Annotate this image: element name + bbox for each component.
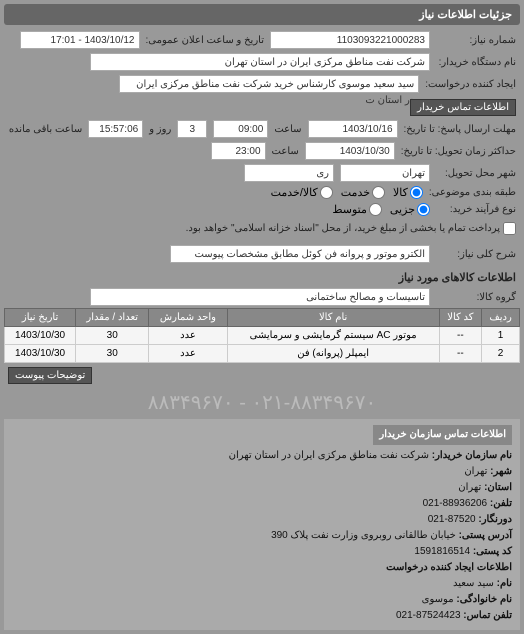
desc-field: الکترو موتور و پروانه فن کوئل مطابق مشخص… bbox=[170, 245, 430, 263]
time-label-1: ساعت bbox=[274, 124, 301, 135]
f8-h: اطلاعات ایجاد کننده درخواست bbox=[386, 562, 512, 573]
goods-section-title: اطلاعات کالاهای مورد نیاز bbox=[4, 265, 520, 286]
f10-l: نام خانوادگی: bbox=[456, 594, 512, 605]
treasury-note: پرداخت تمام یا بخشی از مبلغ خرید، از محل… bbox=[186, 223, 500, 234]
cell-unit: عدد bbox=[149, 345, 227, 363]
col-date: تاریخ نیاز bbox=[5, 309, 76, 327]
f6-v: خیابان طالقانی روبروی وزارت نفت پلاک 390 bbox=[271, 530, 456, 541]
col-name: نام کالا bbox=[227, 309, 439, 327]
col-unit: واحد شمارش bbox=[149, 309, 227, 327]
f3-v: تهران bbox=[458, 482, 481, 493]
buyer-info-header: اطلاعات تماس سازمان خریدار bbox=[373, 425, 512, 445]
process-type-label: نوع فرآیند خرید: bbox=[436, 204, 516, 215]
remaining-label: ساعت باقی مانده bbox=[9, 124, 82, 135]
req-no-field: 1103093221000283 bbox=[270, 31, 430, 49]
f9-l: نام: bbox=[497, 578, 512, 589]
cell-qty: 30 bbox=[76, 327, 149, 345]
radio-khedmat-input[interactable] bbox=[372, 186, 385, 199]
f11-l: تلفن تماس: bbox=[463, 610, 512, 621]
col-code: کد کالا bbox=[439, 309, 482, 327]
watermark-text: ۰۲۱-۸۸۳۴۹۶۷۰ - ۸۸۳۴۹۶۷۰ bbox=[4, 386, 520, 419]
radio-motavaset-input[interactable] bbox=[369, 203, 382, 216]
table-row: 1 -- موتور AC سیستم گرمایشی و سرمایشی عد… bbox=[5, 327, 520, 345]
f5-v: 87520-021 bbox=[428, 514, 476, 525]
announce-field: 1403/10/12 - 17:01 bbox=[20, 31, 140, 49]
cell-row: 1 bbox=[482, 327, 520, 345]
time-label-2: ساعت bbox=[272, 146, 299, 157]
treasury-check[interactable]: پرداخت تمام یا بخشی از مبلغ خرید، از محل… bbox=[186, 222, 516, 235]
f9-v: سید سعید bbox=[453, 578, 494, 589]
cell-row: 2 bbox=[482, 345, 520, 363]
creator-label: ایجاد کننده درخواست: bbox=[425, 79, 516, 90]
radio-kala-khedmat-label: کالا/خدمت bbox=[271, 186, 318, 199]
f7-v: 1591816514 bbox=[414, 546, 470, 557]
cell-unit: عدد bbox=[149, 327, 227, 345]
goods-table: ردیف کد کالا نام کالا واحد شمارش تعداد /… bbox=[4, 308, 520, 363]
cell-code: -- bbox=[439, 327, 482, 345]
f11-v: 87524423-021 bbox=[396, 610, 461, 621]
delivery-date-field: 1403/10/30 bbox=[305, 142, 395, 160]
buyer-dev-label: نام دستگاه خریدار: bbox=[436, 57, 516, 68]
f4-l: تلفن: bbox=[490, 498, 512, 509]
buyer-info-panel: اطلاعات تماس سازمان خریدار نام سازمان خر… bbox=[4, 419, 520, 630]
radio-kala[interactable]: کالا bbox=[393, 186, 423, 199]
f5-l: دورنگار: bbox=[478, 514, 512, 525]
f10-v: موسوی bbox=[422, 594, 454, 605]
creator-field: سید سعید موسوی کارشناس خرید شرکت نفت منا… bbox=[119, 75, 419, 93]
f3-l: استان: bbox=[484, 482, 512, 493]
announce-label: تاریخ و ساعت اعلان عمومی: bbox=[146, 35, 265, 46]
cell-qty: 30 bbox=[76, 345, 149, 363]
table-row: 2 -- ایمپلر (پروانه) فن عدد 30 1403/10/3… bbox=[5, 345, 520, 363]
radio-kala-input[interactable] bbox=[410, 186, 423, 199]
col-qty: تعداد / مقدار bbox=[76, 309, 149, 327]
delivery-time-field: 23:00 bbox=[211, 142, 266, 160]
radio-motavaset-label: متوسط bbox=[332, 203, 367, 216]
city-name-field: ری bbox=[244, 164, 334, 182]
buyer-dev-field: شرکت نفت مناطق مرکزی ایران در استان تهرا… bbox=[90, 53, 430, 71]
panel-header: جزئیات اطلاعات نیاز bbox=[4, 4, 520, 25]
radio-khedmat[interactable]: خدمت bbox=[341, 186, 385, 199]
req-no-label: شماره نیاز: bbox=[436, 35, 516, 46]
col-row: ردیف bbox=[482, 309, 520, 327]
pkg-type-radios: کالا خدمت کالا/خدمت bbox=[271, 186, 423, 199]
days-label: روز و bbox=[149, 124, 171, 135]
f6-l: آدرس پستی: bbox=[459, 530, 512, 541]
radio-motavaset[interactable]: متوسط bbox=[332, 203, 382, 216]
f1-l: نام سازمان خریدار: bbox=[432, 450, 512, 461]
treasury-checkbox[interactable] bbox=[503, 222, 516, 235]
pkg-type-label: طبقه بندی موضوعی: bbox=[429, 187, 516, 198]
days-field: 3 bbox=[177, 120, 207, 138]
deadline-time-field: 09:00 bbox=[213, 120, 268, 138]
attachments-button[interactable]: توضیحات پیوست bbox=[8, 367, 92, 384]
city-label: شهر محل تحویل: bbox=[436, 168, 516, 179]
cell-name: موتور AC سیستم گرمایشی و سرمایشی bbox=[227, 327, 439, 345]
process-type-radios: جزیی متوسط bbox=[332, 203, 430, 216]
group-field: تاسیسات و مصالح ساختمانی bbox=[90, 288, 430, 306]
cell-name: ایمپلر (پروانه) فن bbox=[227, 345, 439, 363]
radio-kala-khedmat-input[interactable] bbox=[320, 186, 333, 199]
f2-l: شهر: bbox=[490, 466, 512, 477]
radio-jozi-label: جزیی bbox=[390, 203, 415, 216]
cell-code: -- bbox=[439, 345, 482, 363]
radio-kala-label: کالا bbox=[393, 186, 408, 199]
remaining-time-field: 15:57:06 bbox=[88, 120, 143, 138]
deadline-date-field: 1403/10/16 bbox=[308, 120, 398, 138]
buyer-contact-button[interactable]: اطلاعات تماس خریدار bbox=[410, 99, 516, 116]
delivery-label: حداکثر زمان تحویل: تا تاریخ: bbox=[401, 146, 516, 157]
desc-label: شرح کلی نیاز: bbox=[436, 249, 516, 260]
cell-date: 1403/10/30 bbox=[5, 345, 76, 363]
f1-v: شرکت نفت مناطق مرکزی ایران در استان تهرا… bbox=[229, 450, 429, 461]
radio-jozi[interactable]: جزیی bbox=[390, 203, 430, 216]
f7-l: کد پستی: bbox=[473, 546, 512, 557]
cell-date: 1403/10/30 bbox=[5, 327, 76, 345]
f4-v: 88936206-021 bbox=[423, 498, 488, 509]
radio-khedmat-label: خدمت bbox=[341, 186, 370, 199]
f2-v: تهران bbox=[464, 466, 487, 477]
group-label: گروه کالا: bbox=[436, 292, 516, 303]
radio-kala-khedmat[interactable]: کالا/خدمت bbox=[271, 186, 333, 199]
radio-jozi-input[interactable] bbox=[417, 203, 430, 216]
deadline-label: مهلت ارسال پاسخ: تا تاریخ: bbox=[404, 124, 516, 135]
city-province-field: تهران bbox=[340, 164, 430, 182]
